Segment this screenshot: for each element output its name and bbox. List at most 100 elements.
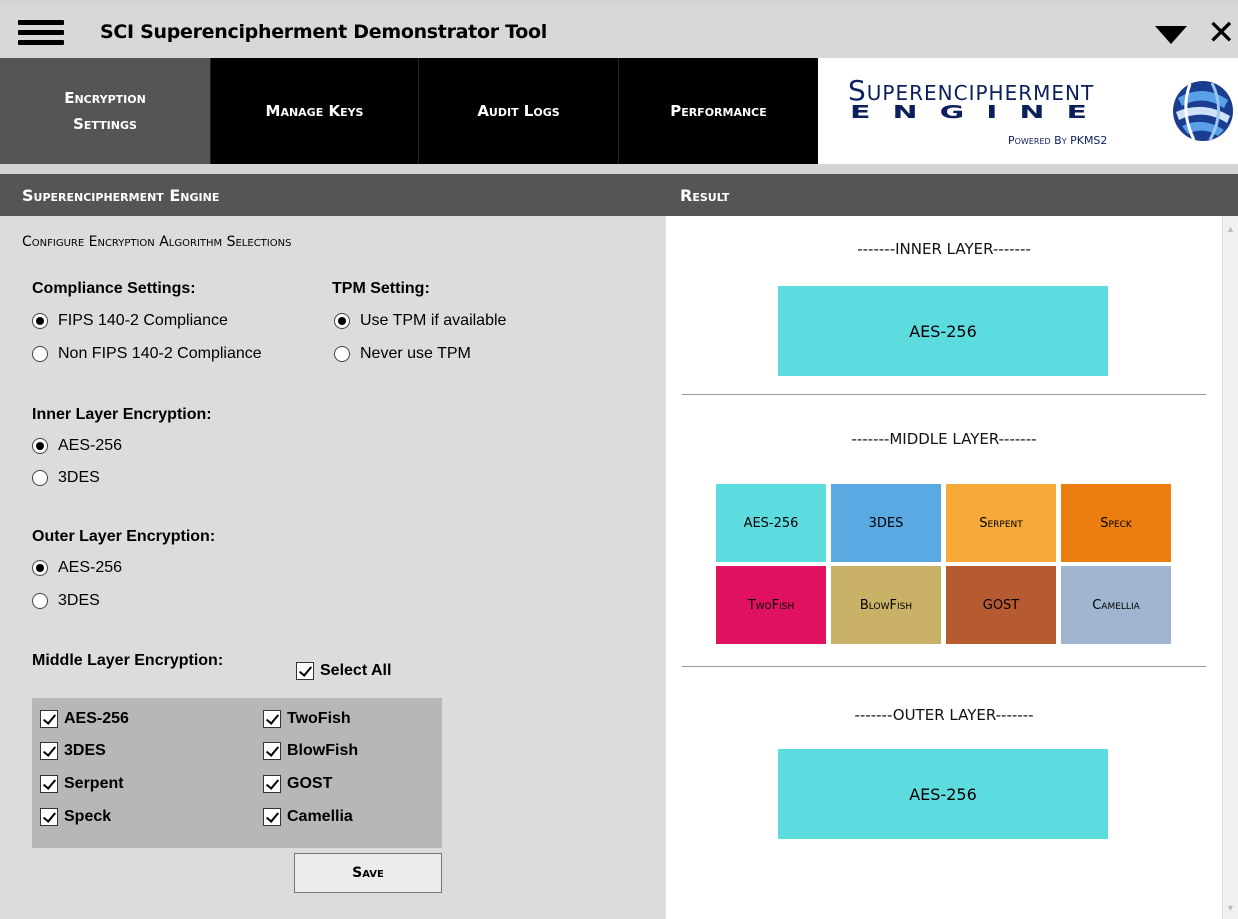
tpm-setting-label: TPM Setting: <box>332 280 430 297</box>
checkbox-checked-icon <box>40 742 58 760</box>
tab-label: Audit Logs <box>477 102 560 120</box>
inner-layer-heading: -------INNER LAYER------- <box>857 240 1031 258</box>
checkbox-blowfish[interactable]: BlowFish <box>263 742 358 760</box>
radio-label: Use TPM if available <box>360 312 507 329</box>
checkbox-checked-icon <box>40 710 58 728</box>
radio-label: 3DES <box>58 469 100 486</box>
checkbox-checked-icon <box>263 710 281 728</box>
checkbox-speck[interactable]: Speck <box>40 808 111 826</box>
middle-tile-blowfish: BlowFish <box>831 566 941 644</box>
checkbox-checked-icon <box>263 775 281 793</box>
middle-tile-speck: Speck <box>1061 484 1171 562</box>
close-icon[interactable]: ✕ <box>1207 16 1236 50</box>
checkbox-3des[interactable]: 3DES <box>40 742 106 760</box>
middle-tile-3des: 3DES <box>831 484 941 562</box>
radio-inner-aes256[interactable]: AES-256 <box>32 437 122 455</box>
checkbox-camellia[interactable]: Camellia <box>263 808 353 826</box>
compliance-settings-label: Compliance Settings: <box>32 280 196 297</box>
checkbox-twofish[interactable]: TwoFish <box>263 710 351 728</box>
inner-layer-result: AES-256 <box>778 286 1108 376</box>
checkbox-checked-icon <box>296 662 314 680</box>
middle-tile-twofish: TwoFish <box>716 566 826 644</box>
radio-outer-aes256[interactable]: AES-256 <box>32 559 122 577</box>
checkbox-checked-icon <box>263 742 281 760</box>
middle-tile-gost: GOST <box>946 566 1056 644</box>
logo-engine-text: ENGINE <box>850 102 1109 123</box>
radio-selected-icon <box>32 560 48 576</box>
radio-label: Non FIPS 140-2 Compliance <box>58 345 262 362</box>
checkbox-label: GOST <box>287 775 333 792</box>
middle-tile-camellia: Camellia <box>1061 566 1171 644</box>
tab-bar: Encryption Settings Manage Keys Audit Lo… <box>0 58 818 164</box>
radio-label: 3DES <box>58 592 100 609</box>
checkbox-gost[interactable]: GOST <box>263 775 332 793</box>
tab-performance[interactable]: Performance <box>618 58 818 164</box>
radio-selected-icon <box>334 313 350 329</box>
radio-label: AES-256 <box>58 437 123 454</box>
middle-layer-heading: -------MIDDLE LAYER------- <box>851 430 1037 448</box>
select-all-checkbox[interactable]: Select All <box>296 662 391 680</box>
scroll-up-icon[interactable]: ▲ <box>1226 224 1235 234</box>
inner-layer-label: Inner Layer Encryption: <box>32 406 212 423</box>
tab-audit-logs[interactable]: Audit Logs <box>418 58 618 164</box>
middle-layer-label: Middle Layer Encryption: <box>32 652 224 669</box>
divider <box>682 666 1206 667</box>
radio-unselected-icon <box>32 470 48 486</box>
radio-never-use-tpm[interactable]: Never use TPM <box>334 345 471 363</box>
superencipherment-engine-logo: Superencipherment ENGINE Powered By PKMS… <box>818 58 1238 164</box>
radio-use-tpm[interactable]: Use TPM if available <box>334 312 506 330</box>
globe-icon <box>1173 81 1233 141</box>
radio-unselected-icon <box>32 593 48 609</box>
radio-fips-compliance[interactable]: FIPS 140-2 Compliance <box>32 312 228 330</box>
divider <box>682 394 1206 395</box>
checkbox-label: Select All <box>320 662 392 679</box>
tab-encryption-settings[interactable]: Encryption Settings <box>0 58 210 164</box>
radio-unselected-icon <box>32 346 48 362</box>
engine-section-header: Superencipherment Engine <box>0 174 666 216</box>
checkbox-label: BlowFish <box>287 742 359 759</box>
checkbox-label: Camellia <box>287 808 353 825</box>
middle-layer-options: AES-256 3DES Serpent Speck TwoFish BlowF… <box>32 698 442 848</box>
radio-label: FIPS 140-2 Compliance <box>58 312 228 329</box>
tab-manage-keys[interactable]: Manage Keys <box>210 58 418 164</box>
logo-powered-by: Powered By PKMS2 <box>1008 134 1108 147</box>
tab-label: Performance <box>670 102 767 120</box>
window-title: SCI Superencipherment Demonstrator Tool <box>100 21 547 43</box>
vertical-scrollbar[interactable]: ▲ ▼ <box>1222 216 1238 919</box>
radio-label: Never use TPM <box>360 345 471 362</box>
checkbox-serpent[interactable]: Serpent <box>40 775 124 793</box>
checkbox-label: AES-256 <box>64 710 129 727</box>
checkbox-label: 3DES <box>64 742 106 759</box>
tab-label: Encryption Settings <box>64 89 146 133</box>
checkbox-label: Serpent <box>64 775 124 792</box>
checkbox-label: Speck <box>64 808 112 825</box>
radio-non-fips-compliance[interactable]: Non FIPS 140-2 Compliance <box>32 345 262 363</box>
app-window: SCI Superencipherment Demonstrator Tool … <box>0 0 1238 919</box>
radio-unselected-icon <box>334 346 350 362</box>
checkbox-label: TwoFish <box>287 710 351 727</box>
middle-tile-serpent: Serpent <box>946 484 1056 562</box>
outer-layer-heading: -------OUTER LAYER------- <box>854 706 1034 724</box>
radio-inner-3des[interactable]: 3DES <box>32 469 100 487</box>
checkbox-checked-icon <box>40 775 58 793</box>
settings-panel: Configure Encryption Algorithm Selection… <box>0 216 666 919</box>
radio-outer-3des[interactable]: 3DES <box>32 592 100 610</box>
title-bar: SCI Superencipherment Demonstrator Tool … <box>0 6 1238 58</box>
radio-label: AES-256 <box>58 559 123 576</box>
tab-label: Manage Keys <box>265 102 364 120</box>
scroll-down-icon[interactable]: ▼ <box>1226 903 1235 913</box>
checkbox-aes256[interactable]: AES-256 <box>40 710 129 728</box>
configure-title: Configure Encryption Algorithm Selection… <box>22 234 292 250</box>
caret-down-icon[interactable] <box>1155 26 1187 44</box>
radio-selected-icon <box>32 313 48 329</box>
radio-selected-icon <box>32 438 48 454</box>
middle-tile-aes256: AES-256 <box>716 484 826 562</box>
checkbox-checked-icon <box>40 808 58 826</box>
outer-layer-result: AES-256 <box>778 749 1108 839</box>
save-button[interactable]: Save <box>294 853 442 893</box>
hamburger-menu-icon[interactable] <box>18 20 68 45</box>
outer-layer-label: Outer Layer Encryption: <box>32 528 216 545</box>
result-section-header: Result <box>666 174 1238 216</box>
checkbox-checked-icon <box>263 808 281 826</box>
result-panel: -------INNER LAYER------- AES-256 ------… <box>666 216 1222 919</box>
